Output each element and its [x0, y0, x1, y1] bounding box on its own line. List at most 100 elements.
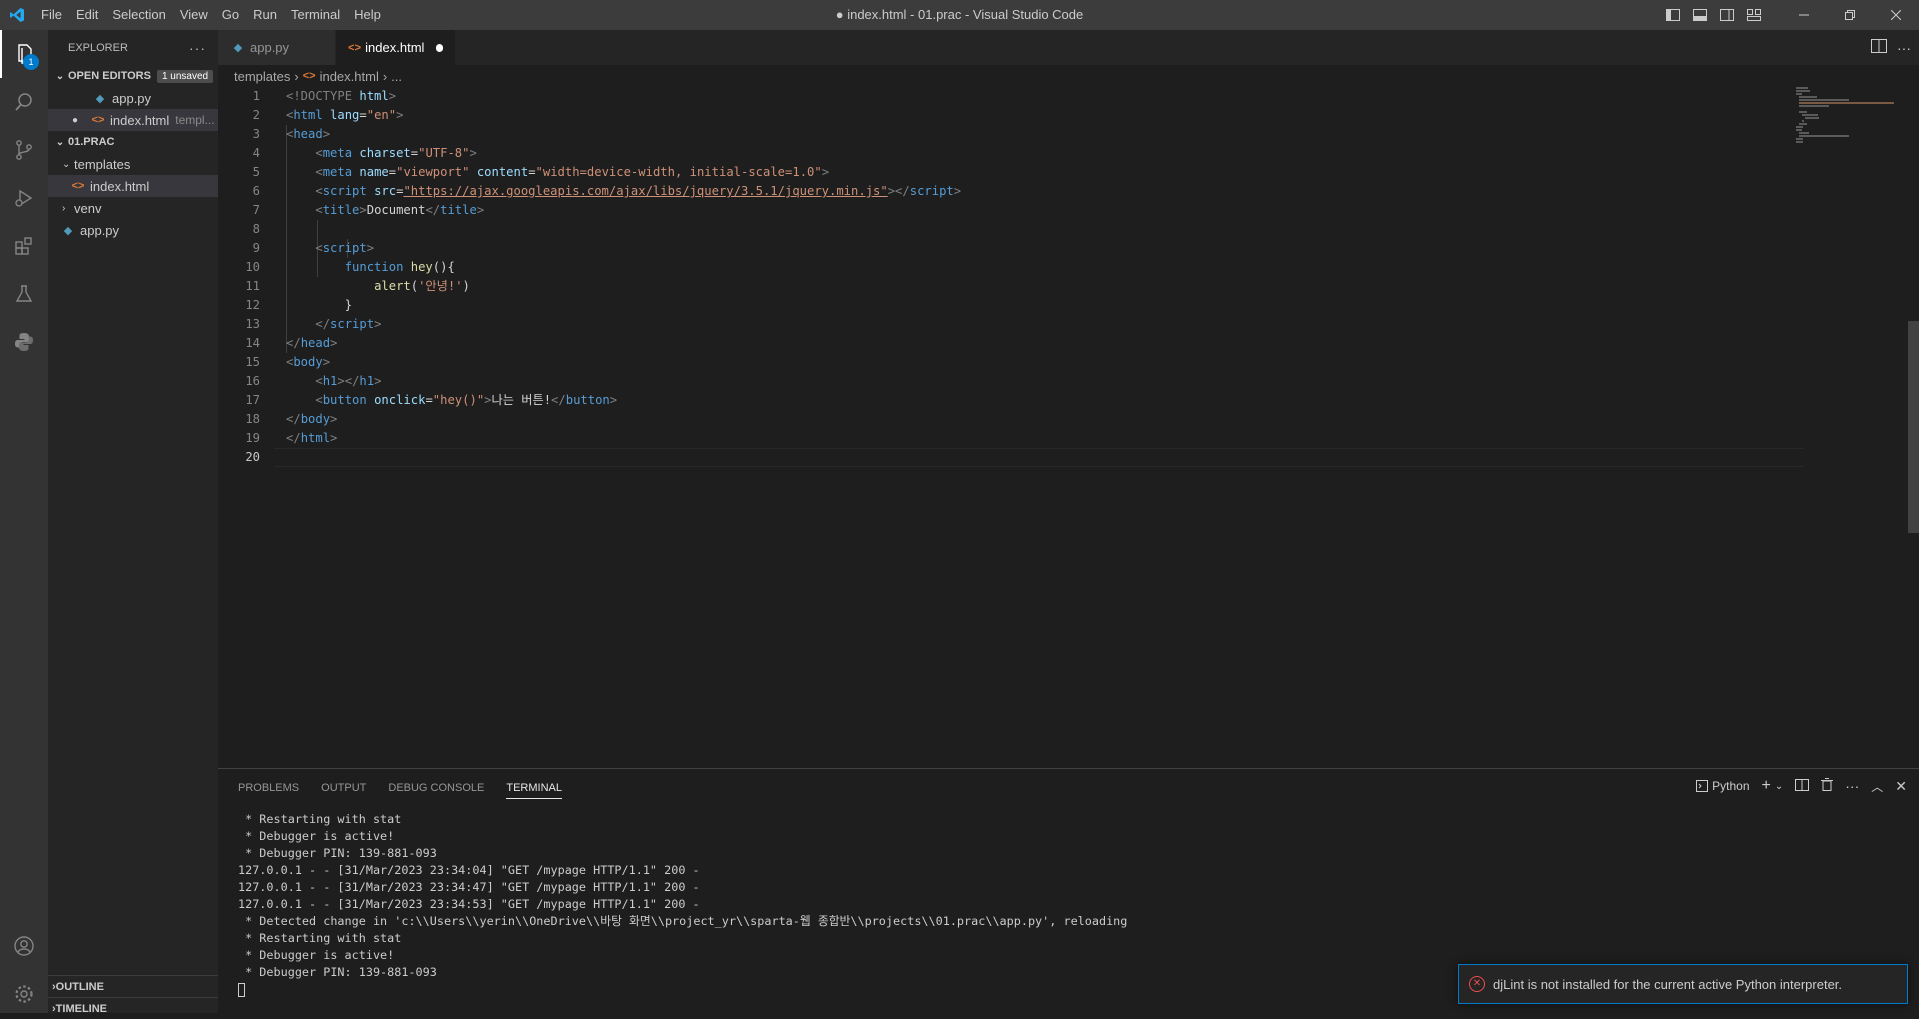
- account-icon[interactable]: [0, 922, 48, 970]
- menu-selection[interactable]: Selection: [105, 0, 172, 30]
- menu-run[interactable]: Run: [246, 0, 284, 30]
- breadcrumb-folder[interactable]: templates: [234, 69, 290, 84]
- line-number: 8: [252, 222, 260, 236]
- line-number: 12: [245, 298, 260, 312]
- code-line: 16 <h1></h1>: [218, 372, 1788, 391]
- code-line: 2 <html lang="en">: [218, 106, 1788, 125]
- chevron-down-icon[interactable]: ⌄: [1775, 781, 1783, 792]
- minimize-icon[interactable]: [1781, 0, 1827, 30]
- timeline-section[interactable]: › TIMELINE: [48, 997, 218, 1019]
- code-token: "hey()": [432, 393, 485, 407]
- html-file-icon: <>: [91, 114, 105, 126]
- more-actions-icon[interactable]: ···: [1845, 778, 1859, 794]
- explorer-more-icon[interactable]: ···: [189, 40, 206, 56]
- extensions-icon[interactable]: [0, 222, 48, 270]
- line-number: 5: [252, 165, 260, 179]
- code-token: Document: [366, 203, 426, 217]
- folder-templates[interactable]: ⌄ templates: [48, 153, 218, 175]
- tab-debug-console[interactable]: DEBUG CONSOLE: [388, 769, 484, 807]
- testing-flask-icon[interactable]: [0, 270, 48, 318]
- code-line: 4 <meta charset="UTF-8">: [218, 144, 1788, 163]
- code-token: <!DOCTYPE: [286, 89, 353, 103]
- tab-terminal[interactable]: TERMINAL: [506, 777, 562, 799]
- new-terminal-icon[interactable]: +: [1762, 777, 1771, 795]
- code-token: (){: [432, 260, 455, 274]
- menu-help[interactable]: Help: [347, 0, 388, 30]
- line-number: 14: [245, 336, 260, 350]
- tab-app-py[interactable]: ◆ app.py: [218, 30, 336, 65]
- code-line: 3 <head>: [218, 125, 1788, 144]
- file-index-html[interactable]: <> index.html: [48, 175, 218, 197]
- python-icon[interactable]: [0, 318, 48, 366]
- settings-gear-icon[interactable]: [0, 970, 48, 1018]
- chevron-down-icon: ⌄: [62, 158, 71, 170]
- terminal-profile[interactable]: Python: [1696, 779, 1750, 793]
- line-number: 2: [252, 108, 260, 122]
- code-token: '안녕!': [418, 279, 463, 293]
- chevron-right-icon: ›: [382, 68, 388, 84]
- code-token: "UTF-8": [418, 146, 470, 160]
- breadcrumb-file[interactable]: index.html: [320, 69, 379, 84]
- code-token: "viewport": [396, 165, 470, 179]
- editor-more-icon[interactable]: ···: [1897, 40, 1911, 56]
- python-file-icon: ◆: [233, 42, 243, 54]
- terminal-line: * Restarting with stat: [238, 931, 402, 945]
- open-editors-title: OPEN EDITORS: [68, 70, 151, 82]
- html-file-icon: <>: [302, 70, 316, 82]
- source-control-icon[interactable]: [0, 126, 48, 174]
- notification-message: djLint is not installed for the current …: [1493, 976, 1843, 992]
- code-editor[interactable]: 1 <!DOCTYPE html> 2 <html lang="en"> 3 <hea…: [218, 87, 1908, 767]
- python-file-icon: ◆: [63, 224, 73, 237]
- code-line: 14 </head>: [218, 334, 1788, 353]
- toggle-secondary-sidebar-icon[interactable]: [1713, 0, 1740, 30]
- toggle-primary-sidebar-icon[interactable]: [1659, 0, 1686, 30]
- toggle-panel-icon[interactable]: [1686, 0, 1713, 30]
- line-number: 17: [245, 393, 260, 407]
- outline-section[interactable]: › OUTLINE: [48, 975, 218, 997]
- code-line: 10 function hey(){: [218, 258, 1788, 277]
- tab-index-html[interactable]: <> index.html: [336, 30, 456, 65]
- terminal-output[interactable]: * Restarting with stat * Debugger is act…: [238, 811, 1127, 998]
- tab-problems[interactable]: PROBLEMS: [238, 769, 299, 807]
- close-panel-icon[interactable]: ✕: [1895, 778, 1907, 795]
- code-link[interactable]: "https://ajax.googleapis.com/ajax/libs/j…: [403, 184, 887, 198]
- restore-icon[interactable]: [1827, 0, 1873, 30]
- customize-layout-icon[interactable]: [1740, 0, 1767, 30]
- menu-terminal[interactable]: Terminal: [284, 0, 347, 30]
- project-section[interactable]: ⌄ 01.PRAC: [48, 131, 218, 153]
- menu-go[interactable]: Go: [215, 0, 246, 30]
- menu-view[interactable]: View: [173, 0, 215, 30]
- close-window-icon[interactable]: [1873, 0, 1919, 30]
- explorer-icon[interactable]: 1: [0, 30, 48, 78]
- folder-venv[interactable]: › venv: [48, 197, 218, 219]
- code-line: 11 alert('안녕!'): [218, 277, 1788, 296]
- tab-output[interactable]: OUTPUT: [321, 769, 366, 807]
- notification-toast[interactable]: ✕ djLint is not installed for the curren…: [1458, 964, 1908, 1004]
- split-editor-icon[interactable]: [1871, 39, 1887, 56]
- code-line: 6 <script src="https://ajax.googleapis.c…: [218, 182, 1788, 201]
- minimap[interactable]: [1790, 87, 1910, 767]
- maximize-panel-icon[interactable]: ︿: [1871, 778, 1883, 795]
- unsaved-dot-icon[interactable]: ●: [72, 115, 90, 126]
- search-icon[interactable]: [0, 78, 48, 126]
- split-terminal-icon[interactable]: [1795, 778, 1810, 794]
- breadcrumb-more[interactable]: ...: [391, 69, 402, 84]
- menu-edit[interactable]: Edit: [69, 0, 105, 30]
- run-debug-icon[interactable]: [0, 174, 48, 222]
- code-line: 12 }: [218, 296, 1788, 315]
- unsaved-dot-icon[interactable]: [436, 43, 443, 52]
- menu-file[interactable]: File: [34, 0, 69, 30]
- explorer-sidebar: EXPLORER ··· ⌄ OPEN EDITORS 1 unsaved ◆ …: [48, 30, 218, 1015]
- trash-icon[interactable]: [1821, 778, 1834, 794]
- terminal-line: * Restarting with stat: [238, 812, 402, 826]
- open-editors-section[interactable]: ⌄ OPEN EDITORS 1 unsaved: [48, 65, 218, 87]
- line-number: 16: [245, 374, 260, 388]
- code-token: "en": [366, 108, 397, 122]
- file-app-py[interactable]: ◆ app.py: [48, 219, 218, 241]
- editor-scrollbar[interactable]: [1908, 321, 1919, 533]
- open-editor-app-py[interactable]: ◆ app.py: [48, 87, 218, 109]
- code-line: 13 </script>: [218, 315, 1788, 334]
- code-token: hey: [410, 260, 433, 274]
- code-line: 19 </html>: [218, 429, 1788, 448]
- open-editor-index-html[interactable]: ● <> index.html templ...: [48, 109, 218, 131]
